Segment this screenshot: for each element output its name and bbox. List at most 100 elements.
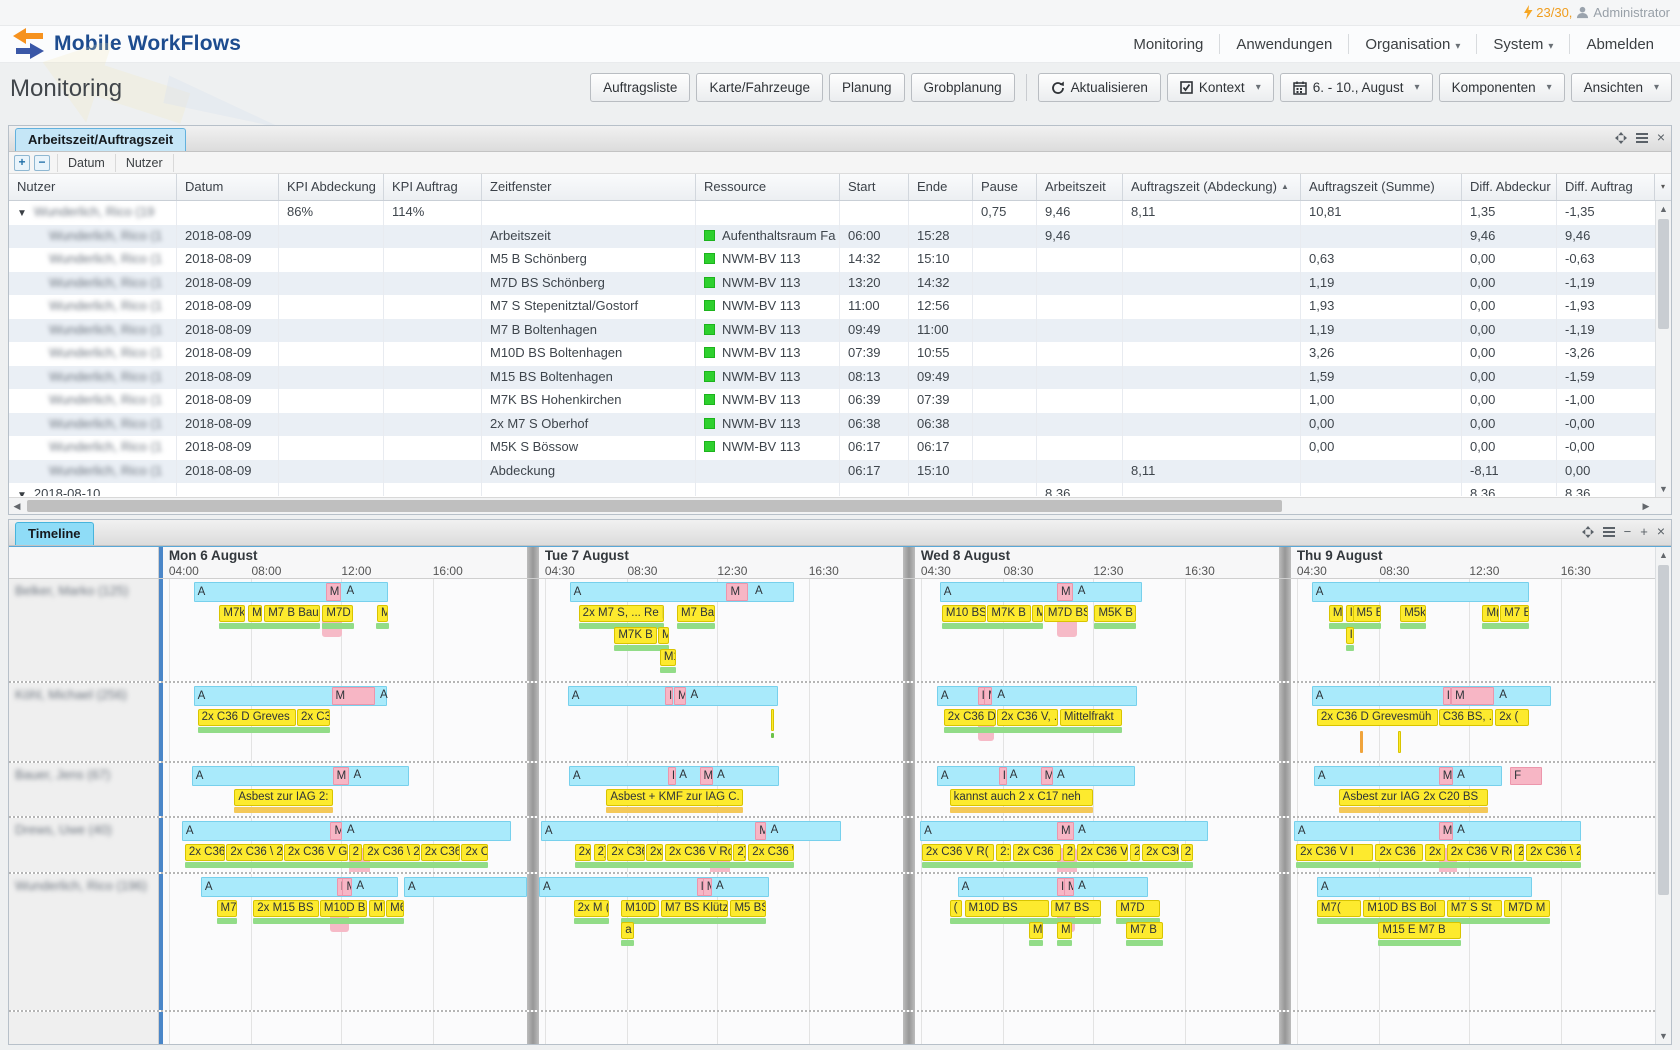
timeline-bar[interactable]: 2x C36 V I (1296, 844, 1373, 861)
view-button-karte-fahrzeuge[interactable]: Karte/Fahrzeuge (696, 73, 823, 102)
table-row[interactable]: Wunderlich, Rico (12018-08-092x M7 S Obe… (9, 413, 1671, 437)
timeline-bar[interactable]: Asbest + KMF zur IAG C. (606, 789, 743, 806)
timeline-bar[interactable]: M7D (1116, 900, 1160, 917)
timeline-bar[interactable]: A (350, 766, 364, 786)
timeline-bar[interactable]: M5K B (1094, 605, 1136, 622)
username[interactable]: Administrator (1593, 5, 1670, 20)
timeline-bar[interactable]: I (665, 687, 673, 705)
timeline-bar[interactable] (234, 807, 332, 813)
timeline-bar[interactable] (322, 623, 354, 629)
timeline-bar[interactable] (922, 862, 1194, 868)
timeline-bar[interactable]: Asbest zur IAG 2x C20 BS (1339, 789, 1488, 806)
timeline-bar[interactable]: M5 E (1353, 605, 1382, 622)
timeline-bar[interactable]: M (1057, 822, 1074, 840)
timeline-bar[interactable]: 2x C36 \ 2 (1526, 844, 1581, 861)
column-header-nutzer[interactable]: Nutzer (9, 174, 177, 200)
timeline-bar[interactable]: 2x ( (1495, 709, 1529, 726)
column-header-az[interactable]: Arbeitszeit (1037, 174, 1123, 200)
timeline-bar[interactable]: 2) (594, 844, 606, 861)
timeline-bar[interactable]: M7 (369, 900, 385, 917)
timeline-bar[interactable] (253, 918, 404, 924)
timeline-bar[interactable]: M (1064, 878, 1074, 896)
zoom-in-icon[interactable]: + (1640, 525, 1648, 538)
scroll-down-icon[interactable]: ▼ (1656, 481, 1671, 497)
timeline-row[interactable]: Köhl, Michael (256)AMA2x C36 D Greves2x … (9, 681, 1671, 761)
table-row[interactable]: Wunderlich, Rico (12018-08-09M7 B Bolten… (9, 319, 1671, 343)
timeline-bar[interactable]: A (201, 877, 398, 897)
timeline-bar[interactable]: A (194, 582, 389, 602)
grid-horizontal-scrollbar[interactable]: ◀ ▶ (9, 497, 1671, 514)
scroll-right-icon[interactable]: ▶ (1638, 498, 1654, 514)
table-row[interactable]: Wunderlich, Rico (12018-08-09M5 B Schönb… (9, 248, 1671, 272)
group-by-nutzer[interactable]: Nutzer (116, 154, 174, 172)
timeline-bar[interactable]: A (1314, 766, 1502, 786)
timeline-bar[interactable]: A (958, 877, 1148, 897)
timeline-bar[interactable]: M10D BS (965, 900, 1049, 917)
timeline-bar[interactable]: 2x C (461, 844, 488, 861)
timeline-bar[interactable]: 2x C36 \ : (748, 844, 794, 861)
view-button-auftragsliste[interactable]: Auftragsliste (590, 73, 690, 102)
timeline-bar[interactable] (1339, 807, 1488, 813)
column-header-pause[interactable]: Pause (973, 174, 1037, 200)
timeline-bar[interactable]: 2 (1181, 844, 1194, 861)
timeline-bar[interactable]: A (714, 766, 728, 786)
app-logo[interactable]: Mobile WorkFlows (10, 27, 241, 61)
table-row[interactable]: Wunderlich, Rico (12018-08-09M7D BS Schö… (9, 272, 1671, 296)
timeline-bar[interactable]: 2x C36 (607, 844, 645, 861)
timeline-row[interactable]: Wunderlich, Rico (196)AIMAAM72x M15 BSM1… (9, 872, 1671, 1010)
timeline-bar[interactable]: 2x C3 (297, 709, 330, 726)
dock-icon[interactable] (1582, 526, 1594, 538)
collapse-all-button[interactable]: − (34, 155, 50, 171)
timeline-bar[interactable]: A (1054, 766, 1068, 786)
expand-all-button[interactable]: + (14, 155, 30, 171)
scroll-up-icon[interactable]: ▲ (1656, 547, 1671, 563)
timeline-bar[interactable] (677, 623, 715, 629)
timeline-bar[interactable] (1398, 731, 1401, 753)
timeline-bar[interactable]: 2) (733, 844, 746, 861)
timeline-bar[interactable]: M (1439, 822, 1453, 840)
timeline-bar[interactable] (1126, 940, 1162, 946)
column-header-datum[interactable]: Datum (177, 174, 279, 200)
timeline-bar[interactable]: M7 (217, 900, 237, 917)
expand-icon[interactable]: ▼ (17, 490, 27, 496)
timeline-bar[interactable]: M7D M (1504, 900, 1550, 917)
timeline-bar[interactable]: Mittelfrakt (1060, 709, 1123, 726)
timeline-bar[interactable]: 2x (1425, 844, 1445, 861)
kontext-dropdown[interactable]: Kontext▾ (1167, 73, 1274, 102)
timeline-bar[interactable] (1057, 940, 1072, 946)
timeline-bar[interactable]: M5k (1400, 605, 1426, 622)
timeline-bar[interactable]: A (1496, 686, 1510, 706)
menu-icon[interactable] (1636, 133, 1648, 143)
column-header-start[interactable]: Start (840, 174, 909, 200)
grid-vertical-scrollbar[interactable]: ▲ ▼ (1655, 201, 1671, 497)
timeline-bar[interactable]: M7k (219, 605, 245, 622)
timeline-bar[interactable]: 2x C36 \ (1142, 844, 1178, 861)
timeline-bar[interactable]: A (1454, 821, 1468, 841)
timeline-bar[interactable]: M (1439, 767, 1453, 785)
timeline-bar[interactable]: A (1075, 821, 1089, 841)
nav-item-organisation[interactable]: Organisation▾ (1349, 32, 1476, 57)
timeline-bar[interactable] (621, 940, 634, 946)
timeline-bar[interactable]: M (755, 822, 766, 840)
timeline-bar[interactable]: 2 (1130, 844, 1140, 861)
close-icon[interactable]: × (1657, 525, 1665, 538)
timeline-bar[interactable]: M1 (660, 649, 676, 666)
timeline-bar[interactable]: I (999, 767, 1007, 785)
timeline-vertical-scrollbar[interactable]: ▲ ▼ (1655, 547, 1671, 1044)
column-header-kpi1[interactable]: KPI Abdeckung (279, 174, 384, 200)
timeline-bar[interactable]: A (1312, 582, 1529, 602)
timeline-bar[interactable] (621, 918, 766, 924)
timeline-bar[interactable]: A (768, 821, 782, 841)
timeline-bar[interactable] (942, 623, 1043, 629)
timeline-bar[interactable] (1029, 940, 1044, 946)
timeline-bar[interactable]: 2: (996, 844, 1011, 861)
column-header-kpi2[interactable]: KPI Auftrag (384, 174, 482, 200)
timeline-bar[interactable] (1482, 623, 1529, 629)
column-menu-icon[interactable]: ▾ (1654, 174, 1671, 200)
timeline-bar[interactable] (1360, 731, 1363, 753)
timeline-bar[interactable]: A (1312, 686, 1551, 706)
timeline-bar[interactable] (771, 709, 774, 731)
timeline-row[interactable]: Bauer, Jens (67)AMAAsbest zur IAG 2:AIAM… (9, 761, 1671, 816)
timeline-bar[interactable]: A (752, 582, 766, 602)
timeline-bar[interactable]: M (332, 687, 376, 705)
